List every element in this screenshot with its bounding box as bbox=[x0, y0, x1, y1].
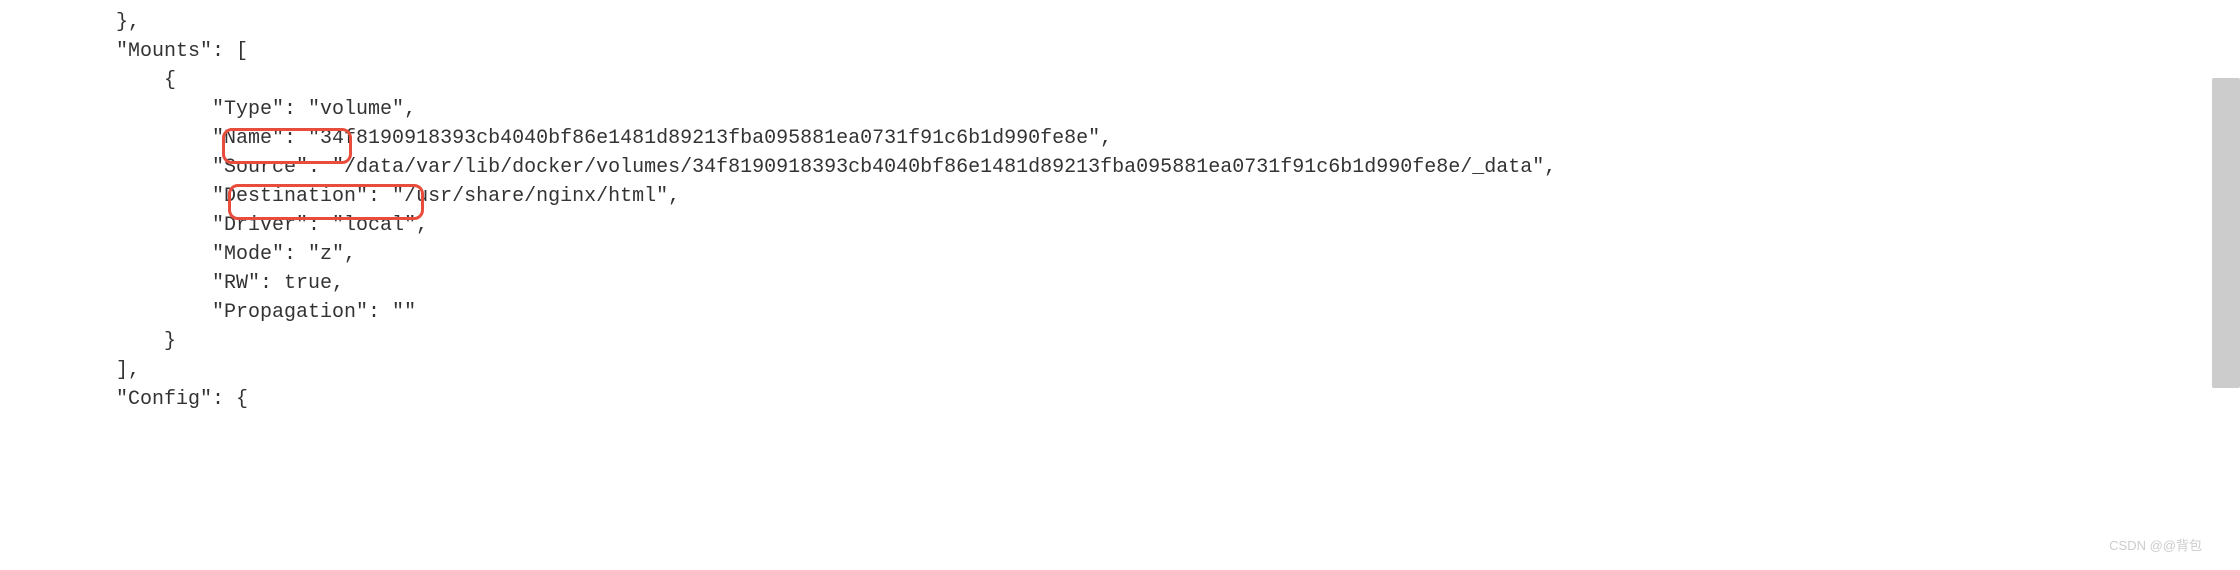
json-code-block: }, "Mounts": [ { "Type": "volume", "Name… bbox=[20, 8, 2240, 414]
code-line: ], bbox=[20, 359, 140, 382]
code-line: "RW": true, bbox=[20, 272, 344, 295]
code-line: "Driver": "local", bbox=[20, 214, 428, 237]
code-line: "Type": "volume", bbox=[20, 98, 416, 121]
code-line: "Destination": "/usr/share/nginx/html", bbox=[20, 185, 680, 208]
code-line: }, bbox=[20, 11, 140, 34]
watermark: CSDN @@背包 bbox=[2109, 537, 2202, 556]
code-line: } bbox=[20, 330, 176, 353]
code-line: "Source": "/data/var/lib/docker/volumes/… bbox=[20, 156, 1556, 179]
code-line: "Propagation": "" bbox=[20, 301, 416, 324]
scrollbar-thumb[interactable] bbox=[2212, 78, 2240, 388]
code-line: "Mode": "z", bbox=[20, 243, 356, 266]
code-line: "Config": { bbox=[20, 388, 248, 411]
code-line: "Name": "34f8190918393cb4040bf86e1481d89… bbox=[20, 127, 1112, 150]
code-line: "Mounts": [ bbox=[20, 40, 248, 63]
scrollbar-track[interactable] bbox=[2212, 0, 2240, 570]
code-line: { bbox=[20, 69, 176, 92]
